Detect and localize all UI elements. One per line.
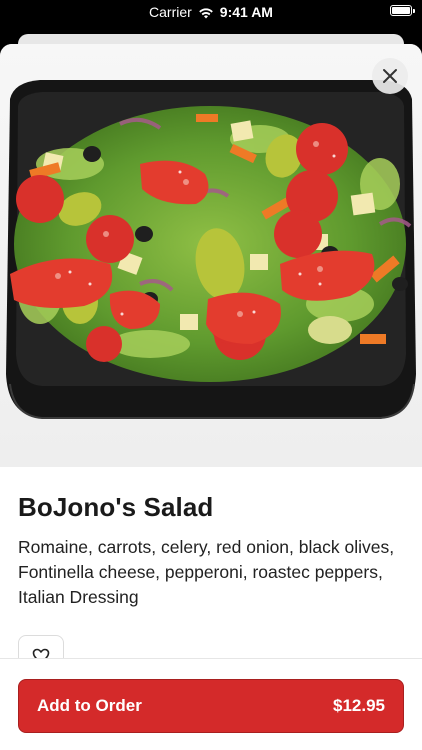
wifi-icon <box>198 6 214 19</box>
status-bar: Carrier 9:41 AM <box>0 0 422 26</box>
close-icon <box>382 68 398 84</box>
add-to-order-button[interactable]: Add to Order $12.95 <box>18 679 404 733</box>
carrier-label: Carrier <box>149 4 192 20</box>
item-detail-sheet: BoJono's Salad Romaine, carrots, celery,… <box>0 44 422 750</box>
item-title: BoJono's Salad <box>18 492 214 522</box>
clock-time: 9:41 AM <box>219 4 273 20</box>
salad-illustration <box>6 80 416 419</box>
close-button[interactable] <box>372 58 408 94</box>
battery-icon <box>390 5 415 16</box>
order-price: $12.95 <box>333 696 385 715</box>
add-to-order-label: Add to Order <box>37 696 142 715</box>
battery-level-fill <box>392 7 410 14</box>
order-bar: Add to Order $12.95 <box>0 658 422 750</box>
salad-photo <box>0 44 422 467</box>
item-description: Romaine, carrots, celery, red onion, bla… <box>18 537 395 607</box>
status-center: Carrier 9:41 AM <box>0 4 422 20</box>
item-info: BoJono's Salad Romaine, carrots, celery,… <box>18 492 404 610</box>
